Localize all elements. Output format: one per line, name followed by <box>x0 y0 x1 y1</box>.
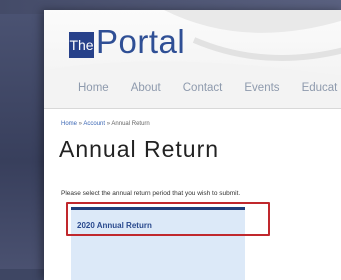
nav-item-about[interactable]: About <box>131 82 161 94</box>
page-title: Annual Return <box>59 136 220 162</box>
site-header: The Portal Home About Contact Events Edu… <box>44 10 341 109</box>
breadcrumb-account-link[interactable]: Account <box>83 121 105 127</box>
logo-wordmark[interactable]: Portal <box>96 22 185 62</box>
logo-badge[interactable]: The <box>69 32 94 58</box>
nav-item-home[interactable]: Home <box>78 82 109 94</box>
main-navigation: Home About Contact Events Educat <box>78 82 341 94</box>
instruction-text: Please select the annual return period t… <box>61 190 241 197</box>
nav-item-education[interactable]: Educat <box>302 82 338 94</box>
breadcrumb-home-link[interactable]: Home <box>61 121 77 127</box>
desktop-background <box>0 0 44 269</box>
web-page: The Portal Home About Contact Events Edu… <box>44 10 341 280</box>
highlight-annotation-box <box>66 202 270 236</box>
nav-item-contact[interactable]: Contact <box>183 82 223 94</box>
breadcrumb: Home » Account » Annual Return <box>61 121 150 127</box>
nav-item-events[interactable]: Events <box>244 82 279 94</box>
breadcrumb-current: Annual Return <box>111 121 150 127</box>
